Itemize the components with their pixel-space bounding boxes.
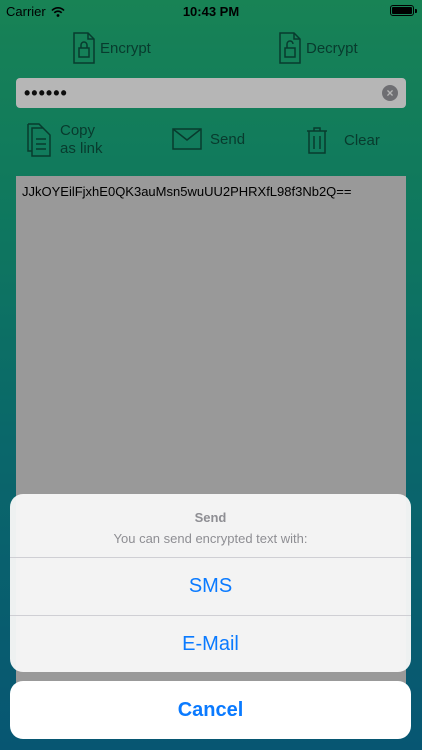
sms-option[interactable]: SMS xyxy=(10,558,411,616)
action-sheet-header: Send You can send encrypted text with: xyxy=(10,494,411,558)
action-sheet-message: You can send encrypted text with: xyxy=(113,531,308,546)
email-option[interactable]: E-Mail xyxy=(10,616,411,672)
action-sheet: Send You can send encrypted text with: S… xyxy=(10,494,411,672)
action-sheet-title: Send xyxy=(194,510,227,525)
cancel-button[interactable]: Cancel xyxy=(10,681,411,739)
